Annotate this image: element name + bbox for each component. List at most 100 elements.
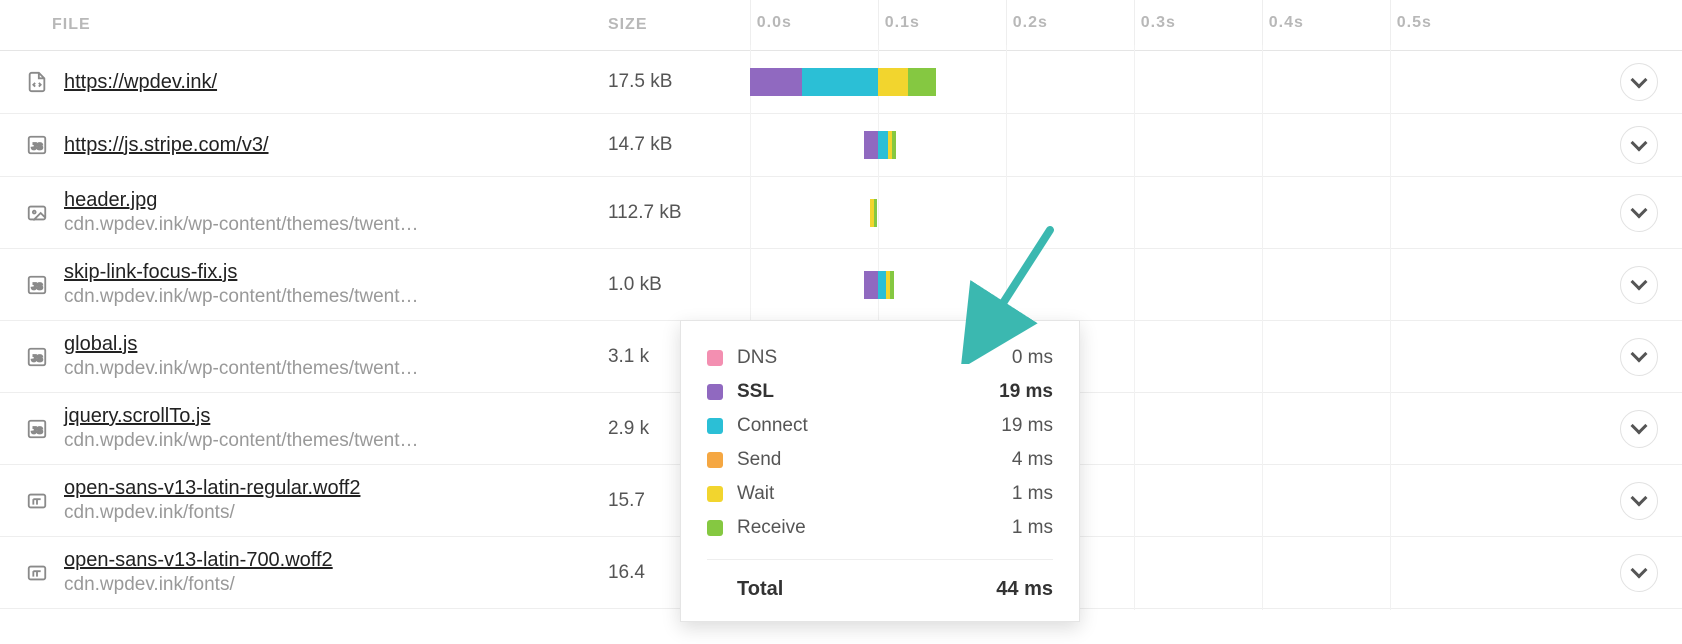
header-size[interactable]: SIZE <box>608 0 750 51</box>
tooltip-value: 4 ms <box>1012 449 1053 471</box>
chevron-down-icon <box>1631 134 1648 151</box>
file-link[interactable]: header.jpg <box>64 189 419 212</box>
file-size: 1.0 kB <box>608 249 750 321</box>
swatch-ssl <box>707 384 723 400</box>
file-size: 14.7 kB <box>608 114 750 177</box>
tick-label: 0.5s <box>1397 14 1432 32</box>
table-row[interactable]: https://wpdev.ink/17.5 kB <box>0 51 1682 114</box>
seg-connect <box>878 131 888 159</box>
tick-label: 0.3s <box>1141 14 1176 32</box>
expand-button[interactable] <box>1620 194 1658 232</box>
file-size: 17.5 kB <box>608 51 750 114</box>
file-link[interactable]: open-sans-v13-latin-regular.woff2 <box>64 477 360 500</box>
file-link[interactable]: jquery.scrollTo.js <box>64 405 419 428</box>
chevron-down-icon <box>1631 562 1648 579</box>
img-file-icon <box>26 202 48 224</box>
tooltip-value: 19 ms <box>999 381 1053 403</box>
tick-label: 0.1s <box>885 14 920 32</box>
tooltip-item-receive: Receive 1 ms <box>707 511 1053 545</box>
header-expand <box>1581 0 1682 51</box>
seg-connect <box>878 271 886 299</box>
timing-tooltip: DNS0 msSSL19 msConnect19 msSend4 msWait1… <box>680 320 1080 622</box>
seg-receive <box>890 271 894 299</box>
file-subpath: cdn.wpdev.ink/wp-content/themes/twent… <box>64 358 419 380</box>
tooltip-value: 1 ms <box>1012 483 1053 505</box>
table-header-row: FILE SIZE 0.0s 0.1s 0.2s 0.3s 0.4s 0.5s <box>0 0 1682 51</box>
swatch-receive <box>707 520 723 536</box>
seg-ssl <box>750 68 802 96</box>
swatch-wait <box>707 486 723 502</box>
seg-receive <box>892 131 896 159</box>
svg-text:JS: JS <box>32 142 43 152</box>
tooltip-label: Receive <box>737 517 806 539</box>
chevron-down-icon <box>1631 346 1648 363</box>
file-link[interactable]: https://js.stripe.com/v3/ <box>64 134 269 157</box>
tooltip-item-ssl: SSL 19 ms <box>707 375 1053 409</box>
expand-button[interactable] <box>1620 338 1658 376</box>
tick-label: 0.4s <box>1269 14 1304 32</box>
file-subpath: cdn.wpdev.ink/wp-content/themes/twent… <box>64 214 419 236</box>
file-subpath: cdn.wpdev.ink/fonts/ <box>64 502 360 524</box>
chevron-down-icon <box>1631 274 1648 291</box>
js-file-icon: JS <box>26 134 48 156</box>
header-file[interactable]: FILE <box>0 0 608 51</box>
seg-connect <box>802 68 878 96</box>
expand-button[interactable] <box>1620 266 1658 304</box>
tooltip-item-connect: Connect 19 ms <box>707 409 1053 443</box>
table-row[interactable]: JS skip-link-focus-fix.jscdn.wpdev.ink/wp… <box>0 249 1682 321</box>
svg-text:JS: JS <box>32 281 43 291</box>
file-subpath: cdn.wpdev.ink/wp-content/themes/twent… <box>64 286 419 308</box>
swatch-send <box>707 452 723 468</box>
svg-text:JS: JS <box>32 353 43 363</box>
tooltip-label: Send <box>737 449 781 471</box>
js-file-icon: JS <box>26 346 48 368</box>
swatch-connect <box>707 418 723 434</box>
seg-ssl <box>864 131 878 159</box>
expand-button[interactable] <box>1620 410 1658 448</box>
file-link[interactable]: open-sans-v13-latin-700.woff2 <box>64 549 333 572</box>
timing-bar[interactable] <box>750 128 1581 162</box>
tooltip-value: 1 ms <box>1012 517 1053 539</box>
chevron-down-icon <box>1631 71 1648 88</box>
html-file-icon <box>26 71 48 93</box>
timing-bar[interactable] <box>750 65 1581 99</box>
timing-bar[interactable] <box>750 268 1581 302</box>
expand-button[interactable] <box>1620 482 1658 520</box>
expand-button[interactable] <box>1620 126 1658 164</box>
timing-bar[interactable] <box>750 196 1581 230</box>
file-size: 112.7 kB <box>608 177 750 249</box>
svg-text:JS: JS <box>32 425 43 435</box>
table-row[interactable]: header.jpgcdn.wpdev.ink/wp-content/theme… <box>0 177 1682 249</box>
js-file-icon: JS <box>26 418 48 440</box>
annotation-arrow <box>960 224 1080 364</box>
tooltip-label: Connect <box>737 415 808 437</box>
tooltip-label: Wait <box>737 483 774 505</box>
seg-receive <box>874 199 877 227</box>
seg-receive <box>908 68 936 96</box>
tooltip-total-label: Total <box>737 578 783 601</box>
file-subpath: cdn.wpdev.ink/wp-content/themes/twent… <box>64 430 419 452</box>
file-link[interactable]: skip-link-focus-fix.js <box>64 261 419 284</box>
chevron-down-icon <box>1631 418 1648 435</box>
tooltip-item-send: Send 4 ms <box>707 443 1053 477</box>
file-link[interactable]: https://wpdev.ink/ <box>64 71 217 94</box>
tooltip-item-wait: Wait 1 ms <box>707 477 1053 511</box>
header-timeline: 0.0s 0.1s 0.2s 0.3s 0.4s 0.5s <box>750 0 1581 51</box>
tooltip-value: 19 ms <box>1001 415 1053 437</box>
font-file-icon <box>26 490 48 512</box>
swatch-dns <box>707 350 723 366</box>
seg-ssl <box>864 271 878 299</box>
chevron-down-icon <box>1631 490 1648 507</box>
expand-button[interactable] <box>1620 63 1658 101</box>
tooltip-total-value: 44 ms <box>996 578 1053 601</box>
file-link[interactable]: global.js <box>64 333 419 356</box>
tick-label: 0.2s <box>1013 14 1048 32</box>
tooltip-label: DNS <box>737 347 777 369</box>
js-file-icon: JS <box>26 274 48 296</box>
table-row[interactable]: JS https://js.stripe.com/v3/14.7 kB <box>0 114 1682 177</box>
tooltip-label: SSL <box>737 381 774 403</box>
expand-button[interactable] <box>1620 554 1658 592</box>
chevron-down-icon <box>1631 202 1648 219</box>
tick-label: 0.0s <box>757 14 792 32</box>
font-file-icon <box>26 562 48 584</box>
